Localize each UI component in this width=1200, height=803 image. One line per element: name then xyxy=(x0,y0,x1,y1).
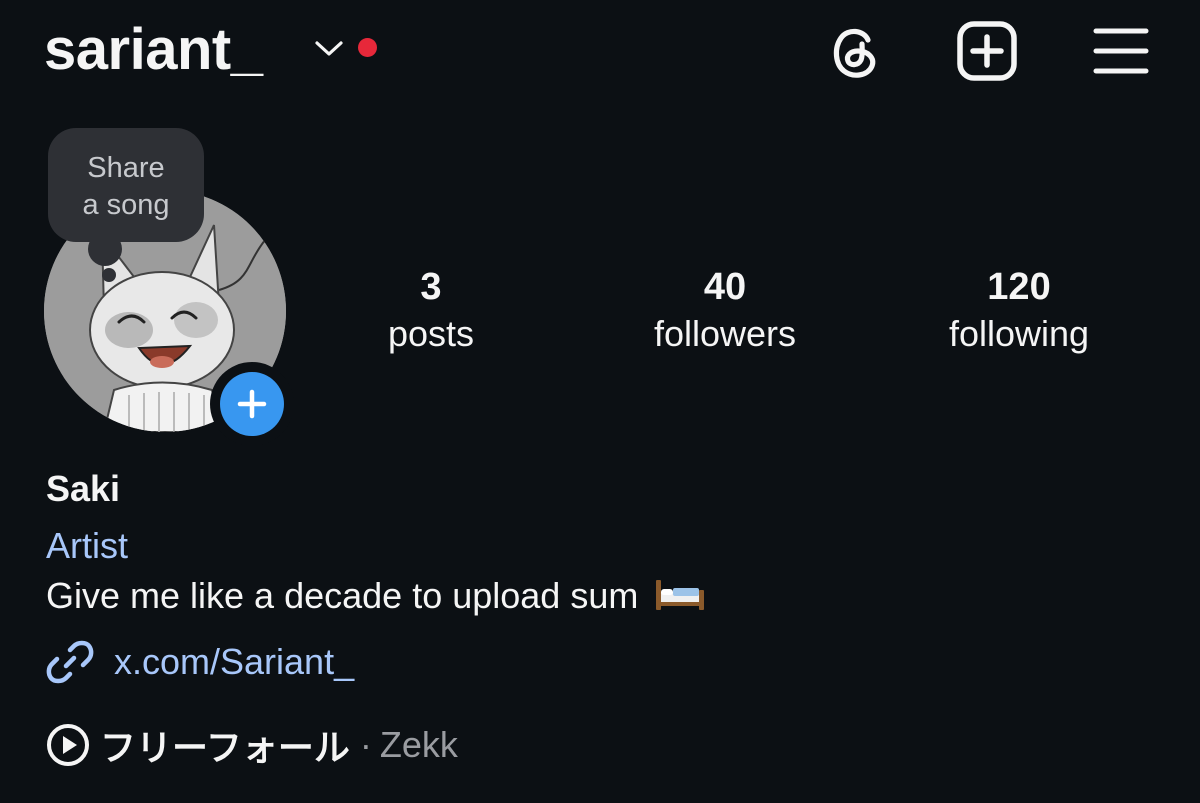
following-stat[interactable]: 120 following xyxy=(919,262,1119,356)
song-artist: Zekk xyxy=(379,724,458,765)
posts-stat[interactable]: 3 posts xyxy=(331,262,531,356)
followers-label: followers xyxy=(653,313,797,354)
song-title: フリーフォール xyxy=(100,727,350,768)
note-bubble-tail-small xyxy=(102,268,116,282)
bed-icon xyxy=(656,580,705,610)
profile-music[interactable]: フリーフォール · Zekk xyxy=(46,720,458,770)
profile-name: Saki xyxy=(46,468,121,509)
followers-count: 40 xyxy=(703,266,747,308)
profile-page: sariant_ Share a song 3 posts 40 followe… xyxy=(0,0,1200,803)
plus-icon xyxy=(237,389,267,419)
followers-stat[interactable]: 40 followers xyxy=(625,262,825,356)
username-title[interactable]: sariant_ xyxy=(44,14,263,86)
following-label: following xyxy=(948,313,1090,354)
bio-text-row: Give me like a decade to upload sum xyxy=(46,572,706,620)
new-post-icon[interactable] xyxy=(954,18,1020,84)
link-icon xyxy=(46,640,94,684)
note-line-1: Share xyxy=(87,152,165,184)
bio-text: Give me like a decade to upload sum xyxy=(46,575,639,616)
threads-icon[interactable] xyxy=(822,18,888,84)
notification-dot xyxy=(358,38,377,57)
profile-category: Artist xyxy=(46,525,129,566)
add-story-circle xyxy=(220,372,284,436)
music-separator: · xyxy=(359,724,372,765)
play-circle-icon xyxy=(47,724,89,766)
share-song-note-button[interactable]: Share a song xyxy=(48,128,204,242)
note-line-2: a song xyxy=(82,189,170,221)
chevron-down-icon[interactable] xyxy=(312,36,346,60)
profile-link[interactable]: x.com/Sariant_ xyxy=(46,636,354,688)
menu-icon[interactable] xyxy=(1088,18,1154,84)
add-story-button[interactable] xyxy=(210,362,294,446)
profile-link-text: x.com/Sariant_ xyxy=(114,641,355,682)
following-count: 120 xyxy=(987,266,1051,308)
posts-label: posts xyxy=(387,313,475,354)
posts-count: 3 xyxy=(420,266,442,308)
